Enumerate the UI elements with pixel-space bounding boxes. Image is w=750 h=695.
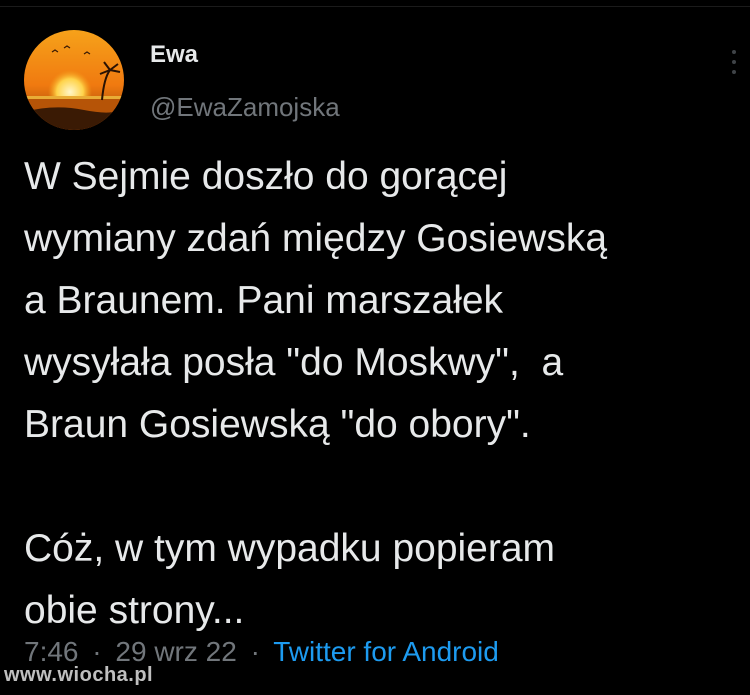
tweet-date[interactable]: 29 wrz 22 [115,636,236,667]
tweet-source-link[interactable]: Twitter for Android [273,636,499,667]
meta-separator: · [250,636,260,667]
tweet-text: W Sejmie doszło do gorącej wymiany zdań … [24,155,608,632]
meta-separator: · [92,636,102,667]
avatar[interactable] [24,30,124,130]
display-name[interactable]: Ewa [150,41,198,69]
top-divider [0,6,750,7]
sunset-avatar-icon [24,30,124,130]
tweet: Ewa @EwaZamojska W Sejmie doszło do gorą… [0,0,750,695]
watermark: www.wiocha.pl [4,664,154,686]
more-vertical-icon[interactable] [728,50,740,82]
tweet-time[interactable]: 7:46 [24,636,79,667]
user-handle[interactable]: @EwaZamojska [150,92,340,123]
